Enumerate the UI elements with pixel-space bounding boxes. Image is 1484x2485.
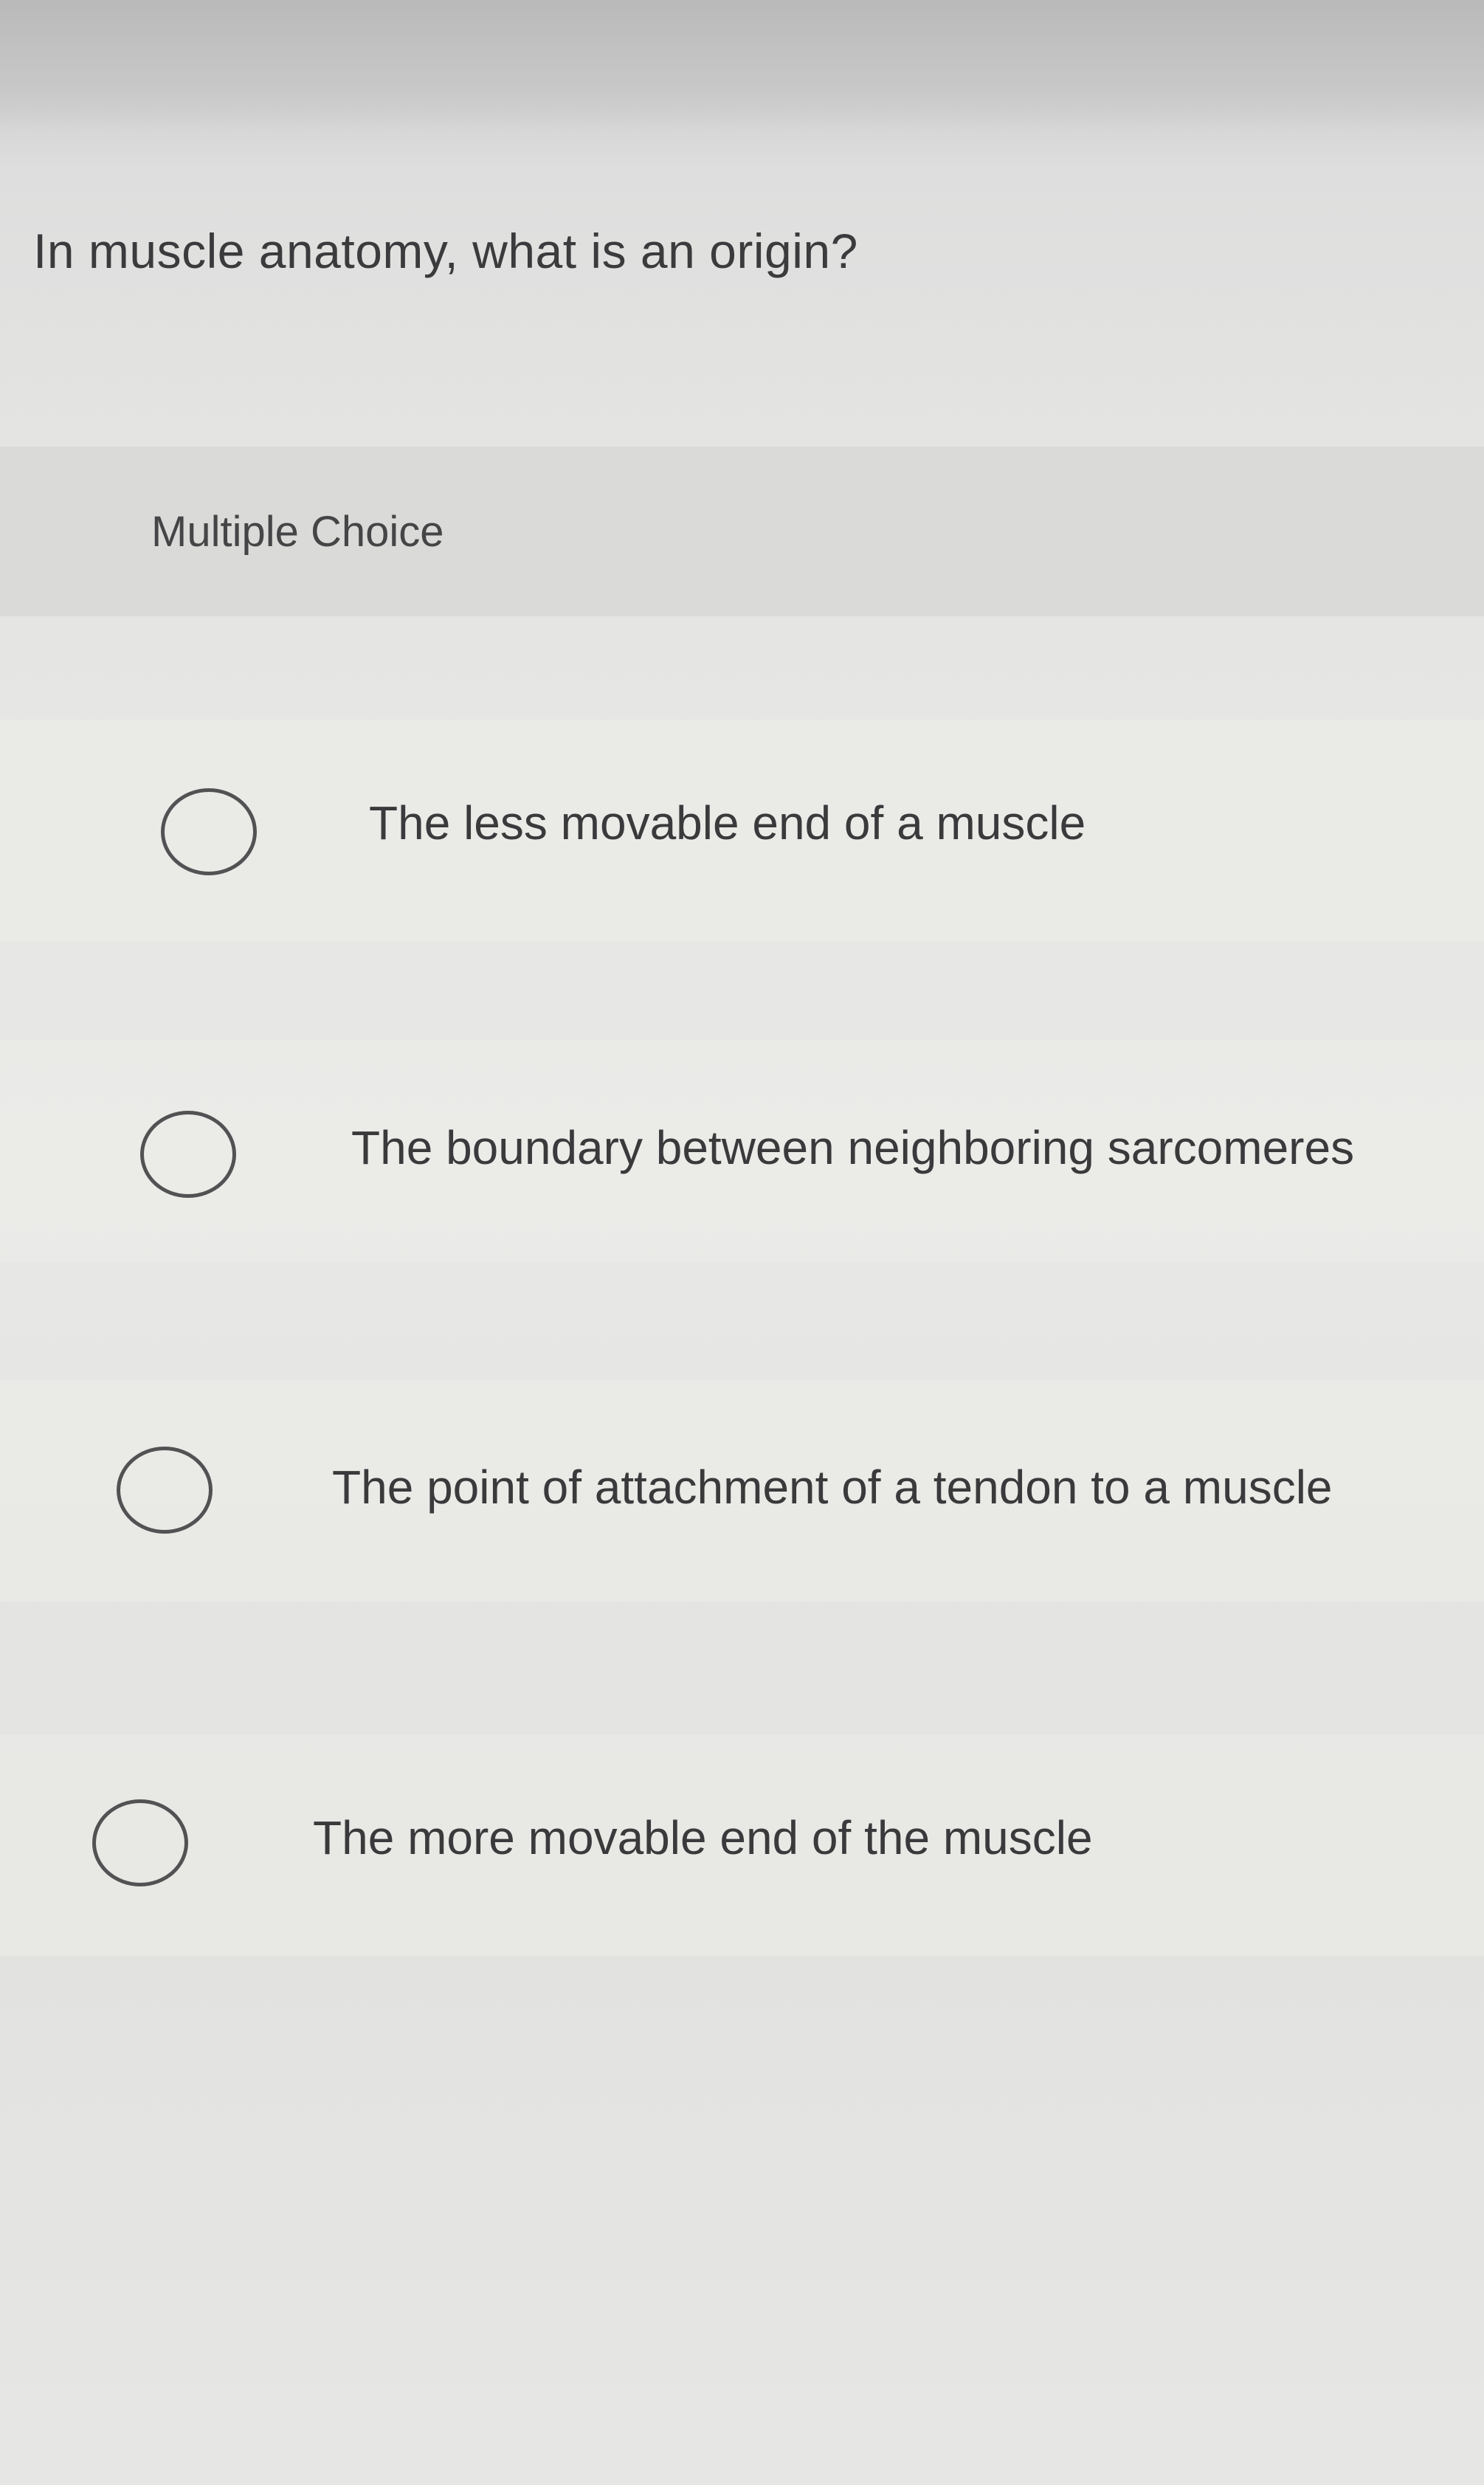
question-text: In muscle anatomy, what is an origin?	[33, 224, 858, 278]
radio-unselected-icon[interactable]	[140, 1111, 236, 1198]
question-type-header: Multiple Choice	[0, 447, 1484, 616]
radio-unselected-icon[interactable]	[92, 1799, 188, 1886]
answer-option-label[interactable]: The boundary between neighboring sarcome…	[351, 1118, 1354, 1177]
answer-option-3[interactable]: The point of attachment of a tendon to a…	[0, 1380, 1484, 1602]
radio-unselected-icon[interactable]	[161, 788, 257, 875]
answer-option-label[interactable]: The point of attachment of a tendon to a…	[332, 1458, 1333, 1517]
screen-glare	[0, 0, 1484, 129]
question-type-label: Multiple Choice	[151, 508, 444, 556]
answer-option-1[interactable]: The less movable end of a muscle	[0, 720, 1484, 941]
answer-option-label[interactable]: The less movable end of a muscle	[369, 793, 1086, 852]
answer-option-4[interactable]: The more movable end of the muscle	[0, 1734, 1484, 1956]
answer-option-2[interactable]: The boundary between neighboring sarcome…	[0, 1041, 1484, 1262]
answer-option-label[interactable]: The more movable end of the muscle	[313, 1808, 1093, 1867]
radio-unselected-icon[interactable]	[117, 1447, 213, 1534]
